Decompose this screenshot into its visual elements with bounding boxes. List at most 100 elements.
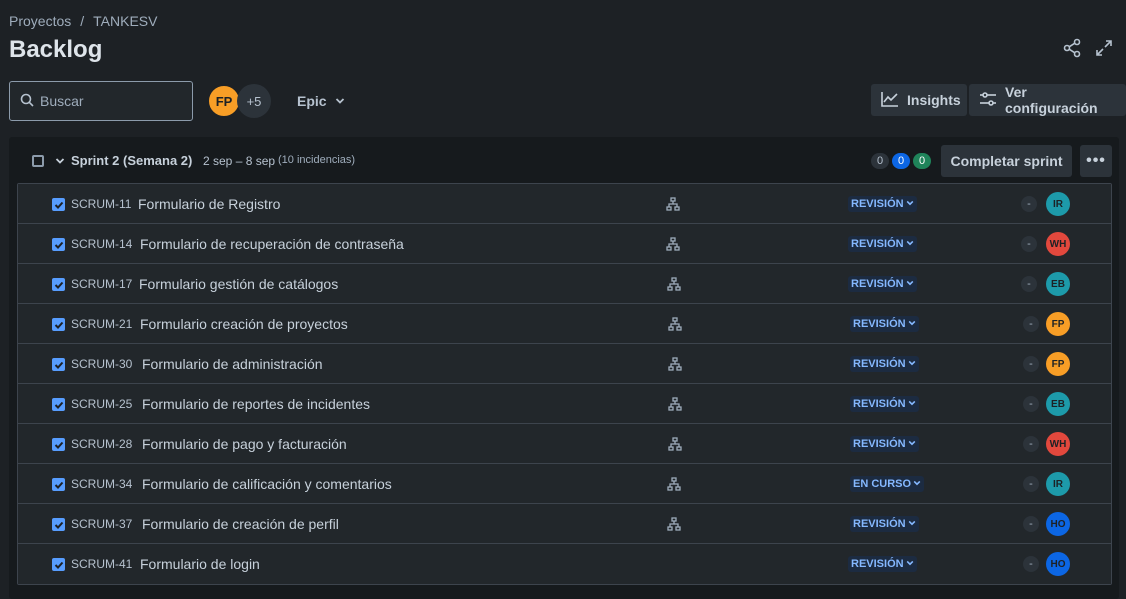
assignee-avatar[interactable]: FP [1046, 352, 1070, 376]
issue-status-dropdown[interactable]: REVISIÓN [848, 236, 917, 252]
issue-status-dropdown[interactable]: EN CURSO [850, 476, 925, 492]
sprint-select-checkbox[interactable] [32, 155, 44, 167]
story-points-badge[interactable]: - [1023, 476, 1039, 492]
avatar[interactable]: FP [207, 84, 241, 118]
issue-summary[interactable]: Formulario de reportes de incidentes [142, 396, 370, 412]
more-actions-button[interactable]: ••• [1080, 145, 1112, 177]
issue-row[interactable]: SCRUM-34 Formulario de calificación y com… [18, 464, 1111, 504]
issue-summary[interactable]: Formulario de administración [142, 356, 323, 372]
issue-status-label: REVISIÓN [851, 558, 904, 570]
breadcrumb-project-link[interactable]: TANKESV [93, 13, 157, 29]
issue-status-dropdown[interactable]: REVISIÓN [848, 276, 917, 292]
expand-icon[interactable] [1094, 38, 1114, 58]
issue-checkbox[interactable] [52, 238, 65, 251]
sprint-name: Sprint 2 (Semana 2) [71, 153, 193, 168]
issue-checkbox[interactable] [52, 478, 65, 491]
share-icon[interactable] [1062, 38, 1082, 58]
issue-status-label: REVISIÓN [851, 198, 904, 210]
child-issues-icon[interactable] [668, 437, 682, 451]
issue-checkbox[interactable] [52, 278, 65, 291]
epic-filter-button[interactable]: Epic [297, 81, 345, 121]
child-issues-icon[interactable] [666, 197, 680, 211]
issue-key[interactable]: SCRUM-41 [71, 557, 132, 571]
story-points-badge[interactable]: - [1021, 196, 1037, 212]
issue-checkbox[interactable] [52, 318, 65, 331]
issue-row[interactable]: SCRUM-30 Formulario de administración REVI… [18, 344, 1111, 384]
issue-key[interactable]: SCRUM-37 [71, 517, 132, 531]
issue-row[interactable]: SCRUM-17 Formulario gestión de catálogos R… [18, 264, 1111, 304]
issue-summary[interactable]: Formulario gestión de catálogos [139, 276, 338, 292]
issue-checkbox[interactable] [52, 198, 65, 211]
child-issues-icon[interactable] [668, 317, 682, 331]
issue-row[interactable]: SCRUM-41 Formulario de login REVISIÓN - HO [18, 544, 1111, 584]
issue-status-dropdown[interactable]: REVISIÓN [850, 436, 919, 452]
issue-status-dropdown[interactable]: REVISIÓN [850, 396, 919, 412]
issue-checkbox[interactable] [52, 398, 65, 411]
view-settings-button[interactable]: Ver configuración [969, 84, 1126, 116]
child-issues-icon[interactable] [667, 517, 681, 531]
issue-summary[interactable]: Formulario de Registro [138, 196, 280, 212]
assignee-avatar[interactable]: EB [1046, 272, 1070, 296]
story-points-badge[interactable]: - [1021, 236, 1037, 252]
story-points-badge[interactable]: - [1021, 276, 1037, 292]
story-points-badge[interactable]: - [1023, 396, 1039, 412]
story-points-badge[interactable]: - [1023, 436, 1039, 452]
search-input[interactable] [40, 93, 180, 109]
issue-key[interactable]: SCRUM-25 [71, 397, 132, 411]
issue-summary[interactable]: Formulario de creación de perfil [142, 516, 339, 532]
assignee-avatar[interactable]: WH [1046, 232, 1070, 256]
issue-key[interactable]: SCRUM-21 [71, 317, 132, 331]
issue-status-dropdown[interactable]: REVISIÓN [850, 356, 919, 372]
issue-key[interactable]: SCRUM-30 [71, 357, 132, 371]
issue-summary[interactable]: Formulario de recuperación de contraseña [140, 236, 404, 252]
insights-button[interactable]: Insights [871, 84, 967, 116]
breadcrumb-projects-link[interactable]: Proyectos [9, 13, 71, 29]
story-points-badge[interactable]: - [1023, 356, 1039, 372]
child-issues-icon[interactable] [667, 277, 681, 291]
issue-row[interactable]: SCRUM-37 Formulario de creación de perfil… [18, 504, 1111, 544]
issue-key[interactable]: SCRUM-11 [71, 197, 131, 211]
assignee-avatar[interactable]: EB [1046, 392, 1070, 416]
issue-status-dropdown[interactable]: REVISIÓN [848, 196, 917, 212]
assignee-avatar[interactable]: IR [1046, 192, 1070, 216]
child-issues-icon[interactable] [668, 397, 682, 411]
child-issues-icon[interactable] [666, 237, 680, 251]
issue-summary[interactable]: Formulario creación de proyectos [140, 316, 348, 332]
issue-checkbox[interactable] [52, 518, 65, 531]
issue-row[interactable]: SCRUM-28 Formulario de pago y facturación… [18, 424, 1111, 464]
story-points-badge[interactable]: - [1023, 556, 1039, 572]
chevron-down-icon [906, 278, 914, 290]
assignee-avatar[interactable]: FP [1046, 312, 1070, 336]
issue-summary[interactable]: Formulario de login [140, 556, 260, 572]
issue-row[interactable]: SCRUM-21 Formulario creación de proyectos… [18, 304, 1111, 344]
issue-key[interactable]: SCRUM-34 [71, 477, 132, 491]
issue-checkbox[interactable] [52, 558, 65, 571]
complete-sprint-button[interactable]: Completar sprint [941, 145, 1072, 177]
issue-key[interactable]: SCRUM-17 [71, 277, 132, 291]
issue-row[interactable]: SCRUM-25 Formulario de reportes de incide… [18, 384, 1111, 424]
issue-status-dropdown[interactable]: REVISIÓN [850, 516, 919, 532]
issue-key[interactable]: SCRUM-14 [71, 237, 132, 251]
issue-row[interactable]: SCRUM-11 Formulario de Registro REVISIÓN - I… [18, 184, 1111, 224]
chevron-down-icon[interactable] [55, 153, 65, 169]
child-issues-icon[interactable] [668, 357, 682, 371]
more-members-button[interactable]: +5 [237, 84, 271, 118]
issue-checkbox[interactable] [52, 438, 65, 451]
issue-summary[interactable]: Formulario de calificación y comentarios [142, 476, 392, 492]
issue-row[interactable]: SCRUM-14 Formulario de recuperación de co… [18, 224, 1111, 264]
assignee-avatar[interactable]: HO [1046, 552, 1070, 576]
issue-status-dropdown[interactable]: REVISIÓN [850, 316, 919, 332]
count-todo-badge: 0 [871, 153, 889, 169]
search-box[interactable] [9, 81, 193, 121]
assignee-avatar[interactable]: IR [1046, 472, 1070, 496]
sprint-issue-count: (10 incidencias) [278, 154, 356, 166]
issue-key[interactable]: SCRUM-28 [71, 437, 132, 451]
issue-summary[interactable]: Formulario de pago y facturación [142, 436, 347, 452]
assignee-avatar[interactable]: HO [1046, 512, 1070, 536]
issue-status-dropdown[interactable]: REVISIÓN [848, 556, 917, 572]
assignee-avatar[interactable]: WH [1046, 432, 1070, 456]
child-issues-icon[interactable] [667, 477, 681, 491]
story-points-badge[interactable]: - [1023, 516, 1039, 532]
issue-checkbox[interactable] [52, 358, 65, 371]
story-points-badge[interactable]: - [1023, 316, 1039, 332]
